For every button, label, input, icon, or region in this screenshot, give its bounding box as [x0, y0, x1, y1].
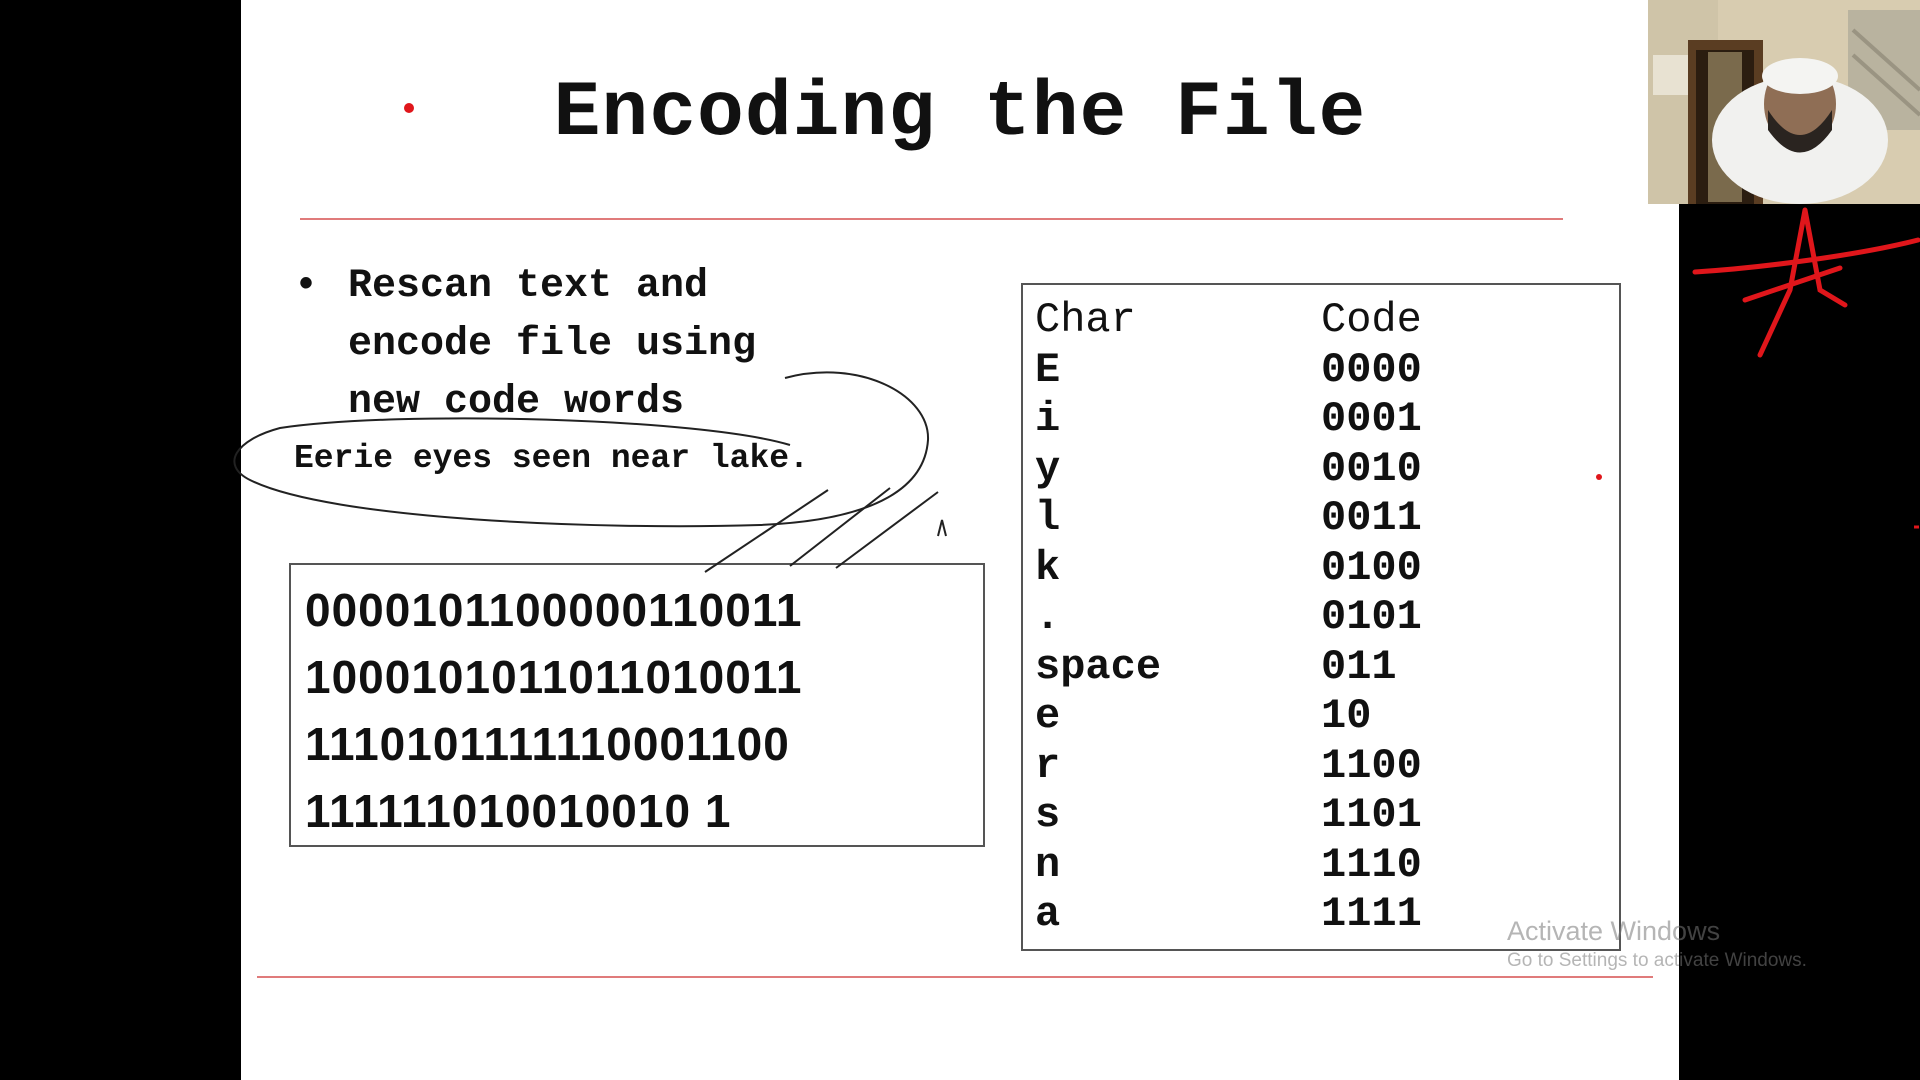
code-cell: 1100 [1321, 741, 1422, 790]
code-table-row: . 0101 [1035, 593, 1607, 643]
bullet-item: • Rescan text and encode file using new … [294, 258, 908, 432]
code-table-header: Char Code [1035, 295, 1607, 345]
code-cell: 1110 [1321, 840, 1422, 889]
presenter-video-icon [1648, 0, 1920, 204]
code-cell: 0011 [1321, 494, 1422, 543]
code-cell: 1111 [1321, 890, 1422, 939]
code-cell: 10 [1321, 692, 1372, 741]
encoded-bits-box: 0000101100000110011 1000101011011010011 … [289, 563, 985, 847]
bullet-line: new code words [348, 380, 685, 425]
code-cell: 0100 [1321, 543, 1422, 592]
char-cell: r [1035, 741, 1061, 790]
char-cell: E [1035, 345, 1061, 394]
footer-divider [257, 976, 1653, 978]
char-cell: i [1035, 395, 1061, 444]
title-divider [300, 218, 1563, 220]
char-cell: y [1035, 444, 1061, 493]
watermark-subtitle: Go to Settings to activate Windows. [1507, 950, 1807, 971]
code-table-row: E 0000 [1035, 345, 1607, 395]
code-cell: 0010 [1321, 444, 1422, 493]
bits-line: 111111010010010 1 [305, 785, 732, 837]
code-table-row: n 1110 [1035, 840, 1607, 890]
slide-title: Encoding the File [553, 70, 1367, 158]
char-column-header: Char [1035, 296, 1136, 344]
bullet-line: encode file using [348, 322, 757, 367]
bits-line: 1110101111110001100 [305, 718, 790, 770]
char-cell: a [1035, 890, 1061, 939]
bullet-marker: • [294, 264, 319, 309]
code-column-header: Code [1321, 296, 1422, 344]
code-table-row: e 10 [1035, 692, 1607, 742]
char-cell: e [1035, 692, 1061, 741]
webcam-preview[interactable] [1648, 0, 1920, 204]
bullet-list: • Rescan text and encode file using new … [294, 258, 908, 432]
example-sentence: Eerie eyes seen near lake. [294, 440, 809, 477]
char-cell: k [1035, 543, 1061, 592]
bits-line: 0000101100000110011 [305, 584, 803, 636]
code-cell: 0101 [1321, 593, 1422, 642]
code-table-row: space 011 [1035, 642, 1607, 692]
bits-line: 1000101011011010011 [305, 651, 803, 703]
code-table-row: i 0001 [1035, 395, 1607, 445]
code-table: Char Code E 0000 i 0001 y 0010 l 0011 k 0100 … [1021, 283, 1621, 951]
code-table-row: s 1101 [1035, 791, 1607, 841]
char-cell: l [1035, 494, 1061, 543]
char-cell: space [1035, 642, 1162, 691]
bullet-line: Rescan text and [348, 264, 709, 309]
code-cell: 011 [1321, 642, 1397, 691]
char-cell: n [1035, 840, 1061, 889]
code-cell: 0000 [1321, 345, 1422, 394]
watermark-title: Activate Windows [1507, 916, 1721, 946]
char-cell: . [1035, 593, 1061, 642]
code-cell: 0001 [1321, 395, 1422, 444]
code-table-row: k 0100 [1035, 543, 1607, 593]
code-table-row: y 0010 [1035, 444, 1607, 494]
code-table-row: l 0011 [1035, 494, 1607, 544]
code-cell: 1101 [1321, 791, 1422, 840]
presentation-slide: Encoding the File • Rescan text and enco… [241, 0, 1679, 1080]
activate-windows-watermark: Activate Windows Go to Settings to activ… [1507, 914, 1807, 974]
char-cell: s [1035, 791, 1061, 840]
code-table-row: r 1100 [1035, 741, 1607, 791]
